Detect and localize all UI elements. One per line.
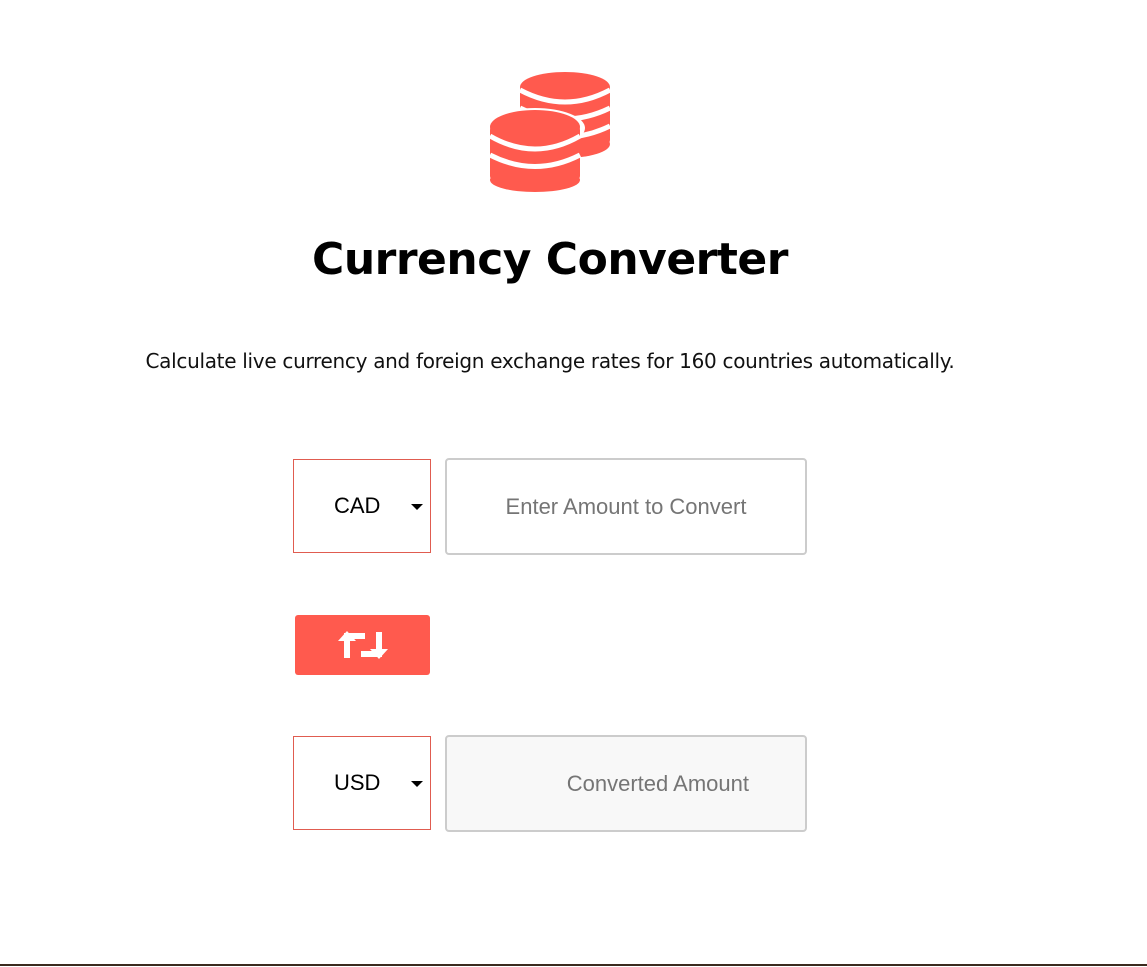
page-subtitle: Calculate live currency and foreign exch… [145,349,955,373]
page-bottom-divider [0,964,1147,966]
page-title: Currency Converter [312,234,788,285]
from-currency-select[interactable]: CAD [293,459,431,553]
swap-currencies-button[interactable] [295,615,430,675]
converted-amount-field[interactable] [445,735,807,832]
chevron-down-icon [411,781,423,787]
to-currency-select[interactable]: USD [293,736,431,830]
to-currency-label: USD [334,770,381,795]
from-currency-label: CAD [334,493,381,518]
coins-icon [485,70,612,194]
currency-converter-page: Currency Converter Calculate live curren… [0,0,1147,967]
amount-input[interactable] [445,458,807,555]
chevron-down-icon [411,504,423,510]
swap-arrows-icon [338,631,388,659]
